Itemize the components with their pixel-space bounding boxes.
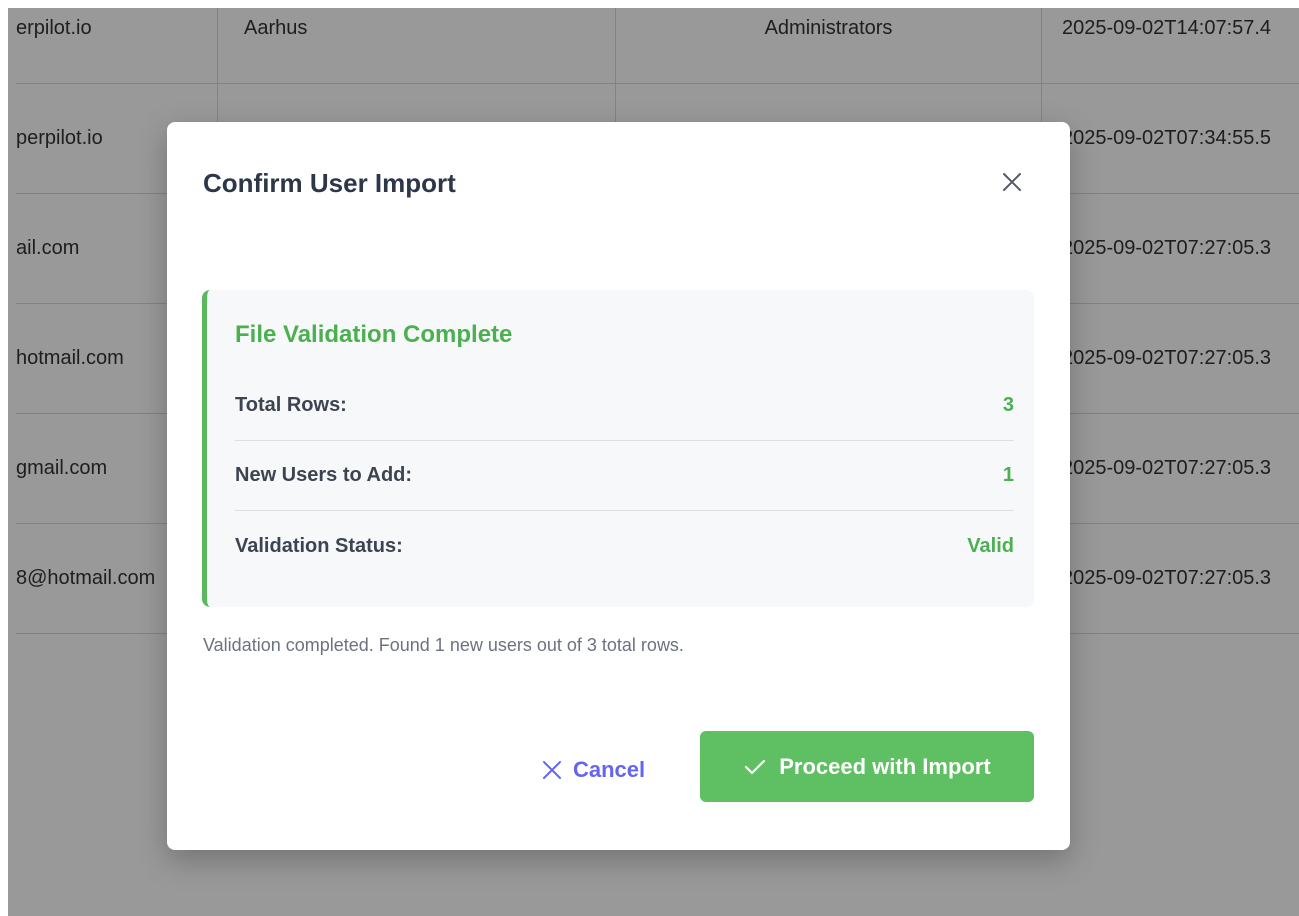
stat-new-users: New Users to Add: 1 xyxy=(235,441,1014,511)
stat-label: Total Rows: xyxy=(235,394,347,416)
check-icon xyxy=(743,755,767,779)
stat-value: 1 xyxy=(1002,464,1014,486)
stat-total-rows: Total Rows: 3 xyxy=(235,371,1014,441)
validation-message: Validation completed. Found 1 new users … xyxy=(203,635,684,655)
stat-label: Validation Status: xyxy=(235,534,403,557)
stat-value: Valid xyxy=(967,534,1014,557)
top-edge xyxy=(0,0,1299,8)
stat-validation-status: Validation Status: Valid xyxy=(235,511,1014,581)
stat-value: 3 xyxy=(1002,394,1014,416)
proceed-with-import-button[interactable]: Proceed with Import xyxy=(700,731,1034,802)
proceed-label: Proceed with Import xyxy=(779,753,991,779)
close-icon[interactable] xyxy=(1000,170,1024,194)
validation-summary-panel: File Validation Complete Total Rows: 3 N… xyxy=(202,290,1034,607)
cancel-button[interactable]: Cancel xyxy=(541,750,645,790)
dialog-title: Confirm User Import xyxy=(203,168,456,198)
panel-title: File Validation Complete xyxy=(235,321,513,348)
stat-label: New Users to Add: xyxy=(235,464,413,486)
confirm-import-dialog: Confirm User Import File Validation Comp… xyxy=(167,122,1070,850)
left-edge xyxy=(0,0,8,916)
close-icon xyxy=(541,759,563,781)
cancel-label: Cancel xyxy=(573,757,646,782)
